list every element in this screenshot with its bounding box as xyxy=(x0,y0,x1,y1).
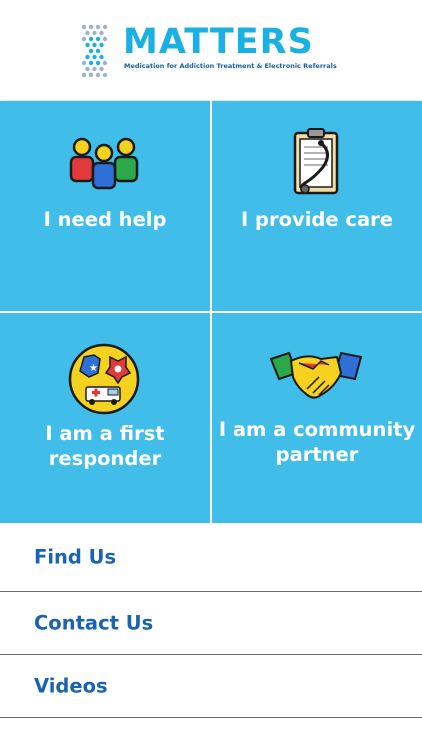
svg-text:★: ★ xyxy=(89,363,98,374)
tile-provide-care[interactable]: I provide care xyxy=(212,101,422,311)
menu-item-videos[interactable]: Videos xyxy=(0,655,422,718)
logo-subtitle: Medication for Addiction Treatment & Ele… xyxy=(124,62,337,70)
bottom-menu: Find Us Contact Us Videos xyxy=(0,523,422,718)
menu-item-find-us-label: Find Us xyxy=(34,545,117,569)
tile-community-partner[interactable]: I am a community partner xyxy=(212,313,422,523)
role-grid: I need help I provide care ★ I am a firs… xyxy=(0,101,422,523)
tile-first-responder[interactable]: ★ I am a first responder xyxy=(0,313,210,523)
menu-item-videos-label: Videos xyxy=(34,674,108,698)
app-header: MATTERS Medication for Addiction Treatme… xyxy=(0,0,422,100)
tile-provide-care-label: I provide care xyxy=(241,208,393,231)
menu-item-contact-us-label: Contact Us xyxy=(34,611,154,635)
menu-item-contact-us[interactable]: Contact Us xyxy=(0,592,422,655)
tile-first-responder-label: I am a first responder xyxy=(45,422,165,470)
clipboard-stethoscope-icon xyxy=(293,128,339,195)
handshake-icon xyxy=(269,351,363,399)
tile-need-help[interactable]: I need help xyxy=(0,101,210,311)
logo-dots-icon xyxy=(81,24,108,78)
tile-community-partner-label: I am a community partner xyxy=(218,418,416,466)
people-group-icon xyxy=(69,137,139,190)
tile-need-help-label: I need help xyxy=(43,208,167,231)
menu-item-find-us[interactable]: Find Us xyxy=(0,523,422,592)
first-responder-badge-icon: ★ xyxy=(68,343,140,415)
logo-title: MATTERS xyxy=(123,22,314,62)
